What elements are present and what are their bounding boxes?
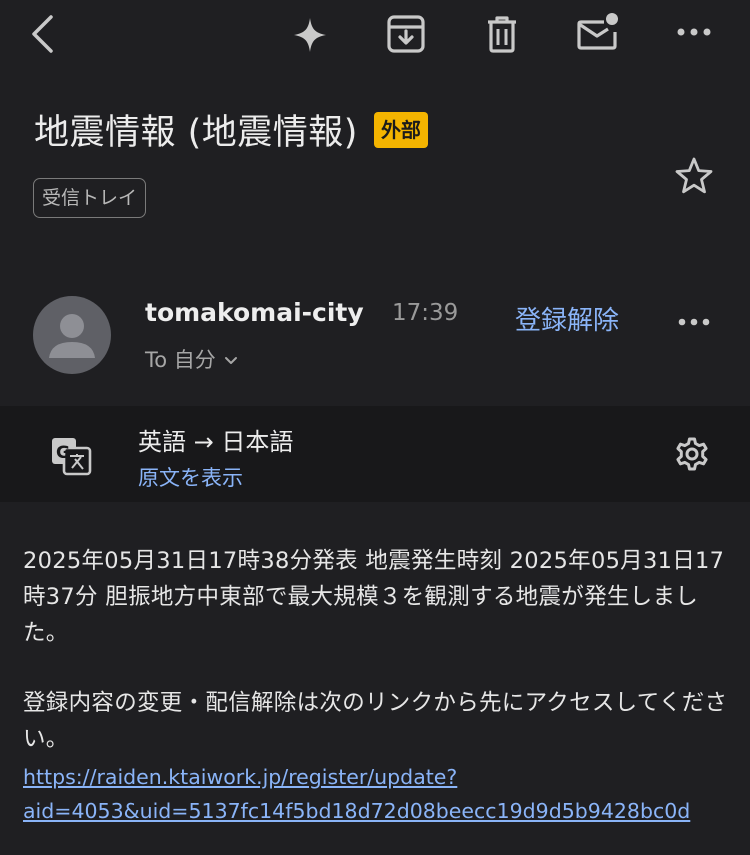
translation-languages: 英語 → 日本語: [138, 428, 294, 456]
external-badge: 外部: [373, 111, 428, 148]
translate-icon: G: [50, 436, 92, 476]
delete-icon[interactable]: [484, 14, 520, 54]
sparkle-icon[interactable]: [292, 16, 328, 54]
back-icon[interactable]: [26, 14, 60, 54]
sender-avatar[interactable]: [33, 296, 111, 374]
mark-unread-icon[interactable]: [576, 12, 622, 52]
show-original-link[interactable]: 原文を表示: [138, 462, 243, 492]
recipient-details-toggle[interactable]: To 自分: [145, 344, 238, 374]
gear-icon[interactable]: [674, 436, 710, 472]
email-subject: 地震情報 (地震情報): [34, 113, 358, 153]
archive-icon[interactable]: [386, 14, 426, 54]
recipient-label: To 自分: [145, 348, 216, 372]
subject-row: 地震情報 (地震情報) 外部: [34, 104, 428, 155]
sender-name[interactable]: tomakomai-city: [145, 298, 364, 327]
unsubscribe-button[interactable]: 登録解除: [515, 300, 619, 337]
inbox-label-chip[interactable]: 受信トレイ: [33, 178, 147, 218]
sent-time: 17:39: [392, 300, 459, 326]
more-icon[interactable]: [676, 26, 712, 38]
email-body-paragraph: 登録内容の変更・配信解除は次のリンクから先にアクセスしてください。: [23, 690, 728, 752]
update-link[interactable]: aid=4053&uid=5137fc14f5bd18d72d08beecc19…: [23, 795, 690, 827]
update-link[interactable]: https://raiden.ktaiwork.jp/register/upda…: [23, 761, 457, 793]
more-icon[interactable]: [677, 316, 711, 328]
chevron-down-icon: [216, 347, 238, 371]
svg-text:G: G: [56, 443, 70, 463]
email-body-paragraph: 2025年05月31日17時38分発表 地震発生時刻 2025年05月31日17…: [23, 548, 725, 646]
translation-bar: G 英語 → 日本語 原文を表示: [0, 406, 750, 502]
star-icon[interactable]: [674, 156, 714, 196]
